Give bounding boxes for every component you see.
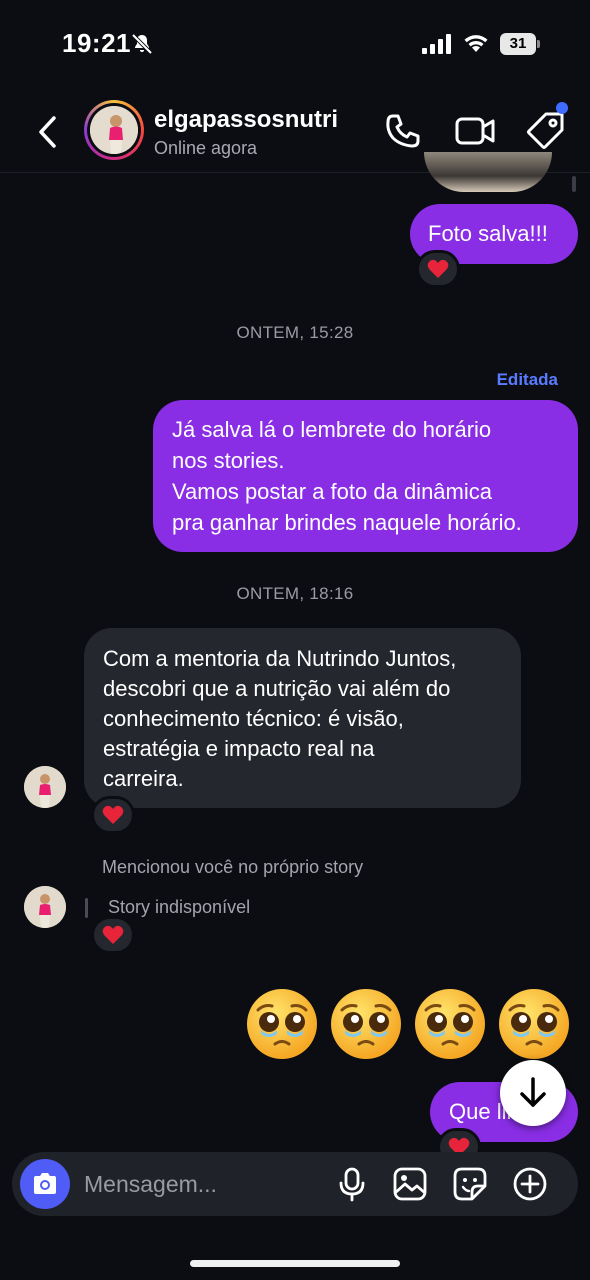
pleading-face-emoji [331, 989, 401, 1059]
plus-icon[interactable] [512, 1166, 548, 1202]
avatar-person-image [24, 886, 66, 928]
message-line: estratégia e impacto real na [103, 736, 375, 761]
message-text: Foto salva!!! [428, 221, 548, 246]
sticker-icon[interactable] [452, 1166, 488, 1202]
story-reply-bar [85, 898, 88, 918]
message-line: descobri que a nutrição vai além do [103, 676, 451, 701]
camera-icon [34, 1173, 56, 1194]
message-line: nos stories. [172, 448, 285, 473]
story-unavailable-text[interactable]: Story indisponível [108, 897, 250, 918]
status-bar: 19:21 31 [0, 0, 590, 88]
day-separator: ONTEM, 18:16 [236, 584, 354, 603]
pleading-face-emoji [247, 989, 317, 1059]
call-icon[interactable] [384, 112, 422, 150]
reaction-badge[interactable] [416, 250, 460, 288]
heart-icon [102, 925, 124, 944]
heart-icon [102, 805, 124, 824]
avatar-photo [90, 106, 138, 154]
scrollbar[interactable] [572, 176, 576, 192]
contact-status: Online agora [154, 138, 258, 158]
arrow-down-icon [520, 1077, 546, 1107]
incoming-message[interactable]: Com a mentoria da Nutrindo Juntos, desco… [84, 628, 521, 808]
tag-icon[interactable] [526, 110, 566, 150]
reaction-badge[interactable] [91, 796, 135, 834]
emoji-message[interactable] [244, 986, 578, 1062]
avatar-person-image [90, 106, 138, 154]
message-line: Já salva lá o lembrete do horário [172, 417, 492, 442]
contact-avatar[interactable] [84, 100, 144, 160]
message-line: Com a mentoria da Nutrindo Juntos, [103, 646, 457, 671]
back-icon[interactable] [34, 112, 62, 152]
message-input[interactable] [84, 1166, 324, 1202]
video-icon[interactable] [454, 112, 496, 150]
status-time: 19:21 [62, 28, 131, 58]
wifi-icon [464, 35, 488, 52]
message-line: Vamos postar a foto da dinâmica [172, 479, 492, 504]
battery-indicator: 31 [500, 33, 540, 55]
sender-avatar[interactable] [24, 766, 66, 808]
gallery-icon[interactable] [392, 1166, 428, 1202]
avatar-inner [87, 103, 141, 157]
signal-icon [422, 34, 451, 54]
message-composer [12, 1152, 578, 1216]
battery-level: 31 [500, 33, 536, 55]
home-indicator[interactable] [190, 1260, 400, 1267]
battery-tip [537, 40, 540, 48]
avatar-person-image [24, 766, 66, 808]
contact-name[interactable]: elgapassosnutri [154, 106, 338, 134]
message-line: conhecimento técnico: é visão, [103, 706, 404, 731]
camera-button[interactable] [20, 1159, 70, 1209]
mute-icon [131, 33, 153, 55]
scroll-to-bottom-button[interactable] [500, 1060, 566, 1126]
message-line: pra ganhar brindes naquele horário. [172, 510, 522, 535]
notification-dot [556, 102, 568, 114]
day-separator: ONTEM, 15:28 [236, 323, 354, 342]
pleading-face-emoji [499, 989, 569, 1059]
message-line: carreira. [103, 766, 184, 791]
previous-media-message[interactable] [424, 152, 552, 192]
pleading-face-emoji [415, 989, 485, 1059]
edited-label[interactable]: Editada [470, 370, 558, 390]
heart-icon [427, 259, 449, 278]
mic-icon[interactable] [334, 1166, 370, 1202]
sender-avatar[interactable] [24, 886, 66, 928]
outgoing-message[interactable]: Já salva lá o lembrete do horário nos st… [153, 400, 578, 552]
reaction-badge[interactable] [91, 916, 135, 954]
story-mention-caption: Mencionou você no próprio story [102, 857, 364, 877]
